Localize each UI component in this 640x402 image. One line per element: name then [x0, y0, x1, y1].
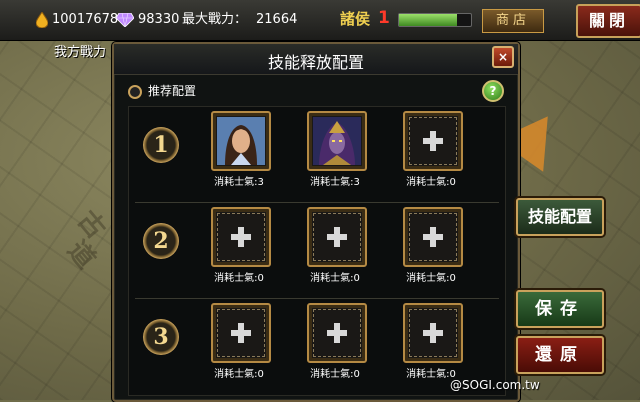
dialog-close-button[interactable]: ×	[492, 46, 514, 68]
max-power-label: 最大戰力：	[182, 12, 248, 27]
skill-config-button[interactable]: 技能配置	[516, 198, 604, 236]
morale-cost-label: 消耗士氣:0	[310, 369, 360, 380]
plus-icon	[423, 323, 443, 343]
skill-slot-empty[interactable]	[403, 303, 463, 363]
recommend-config-label: 推荐配置	[148, 84, 197, 98]
row-number-badge: 1	[143, 127, 179, 163]
skill-slot-empty[interactable]	[211, 303, 271, 363]
skill-grid: 1 消耗士氣:3 消耗士氣:3 消耗士氣:0 2 消耗士氣:0 消耗士氣:0 消耗士氣:0 3 消…	[128, 106, 506, 396]
shop-button[interactable]: 商店	[482, 9, 544, 33]
vip-progress-fill	[399, 14, 457, 26]
skill-config-dialog: 技能释放配置 × 推荐配置 ? 1 消耗士氣:3 消耗士氣:3 消耗士氣:0 2 消耗士氣…	[112, 42, 520, 402]
morale-cost-label: 消耗士氣:0	[406, 177, 456, 188]
plus-icon	[231, 323, 251, 343]
skill-slot-empty[interactable]	[307, 303, 367, 363]
watermark: @SOGI.com.tw	[450, 378, 540, 392]
plus-icon	[423, 227, 443, 247]
morale-cost-label: 消耗士氣:3	[310, 177, 360, 188]
gem-amount: 98330	[138, 12, 180, 27]
gem-icon	[116, 13, 134, 27]
help-button[interactable]: ?	[482, 80, 504, 102]
hero-sorcerer-portrait	[313, 117, 361, 165]
gold-drop-icon	[36, 12, 48, 28]
morale-cost-label: 消耗士氣:0	[310, 273, 360, 284]
row-number-badge: 3	[143, 319, 179, 355]
skill-slot-empty[interactable]	[307, 207, 367, 267]
our-power-label: 我方戰力	[54, 45, 107, 60]
dialog-title-bar: 技能释放配置 ×	[114, 44, 518, 75]
plus-icon	[327, 227, 347, 247]
ground-glyph: 道	[61, 235, 101, 275]
restore-button[interactable]: 還原	[516, 336, 604, 374]
morale-cost-label: 消耗士氣:0	[214, 369, 264, 380]
save-button[interactable]: 保存	[516, 290, 604, 328]
skill-slot-filled[interactable]	[307, 111, 367, 171]
max-power-value: 21664	[256, 12, 298, 27]
skill-row-1: 1 消耗士氣:3 消耗士氣:3 消耗士氣:0	[129, 107, 505, 203]
vip-level: 1	[378, 8, 390, 28]
close-game-button[interactable]: 關閉	[576, 4, 640, 38]
radio-button[interactable]	[128, 85, 142, 99]
skill-slot-filled[interactable]	[211, 111, 271, 171]
row-number-badge: 2	[143, 223, 179, 259]
skill-slot-empty[interactable]	[403, 111, 463, 171]
skill-slot-empty[interactable]	[403, 207, 463, 267]
plus-icon	[423, 131, 443, 151]
gold-amount: 10017678	[52, 12, 119, 27]
plus-icon	[231, 227, 251, 247]
dialog-title: 技能释放配置	[267, 53, 364, 72]
vip-rank-label: 諸侯	[340, 10, 371, 28]
top-status-bar: 10017678 98330 最大戰力： 21664 諸侯 1 商店 關閉	[0, 0, 640, 41]
skill-row-3: 3 消耗士氣:0 消耗士氣:0 消耗士氣:0	[129, 299, 505, 395]
skill-row-2: 2 消耗士氣:0 消耗士氣:0 消耗士氣:0	[129, 203, 505, 299]
morale-cost-label: 消耗士氣:0	[406, 273, 456, 284]
plus-icon	[327, 323, 347, 343]
vip-progress-bar	[398, 13, 472, 27]
hero-warrior-portrait	[217, 117, 265, 165]
skill-slot-empty[interactable]	[211, 207, 271, 267]
morale-cost-label: 消耗士氣:0	[214, 273, 264, 284]
morale-cost-label: 消耗士氣:3	[214, 177, 264, 188]
